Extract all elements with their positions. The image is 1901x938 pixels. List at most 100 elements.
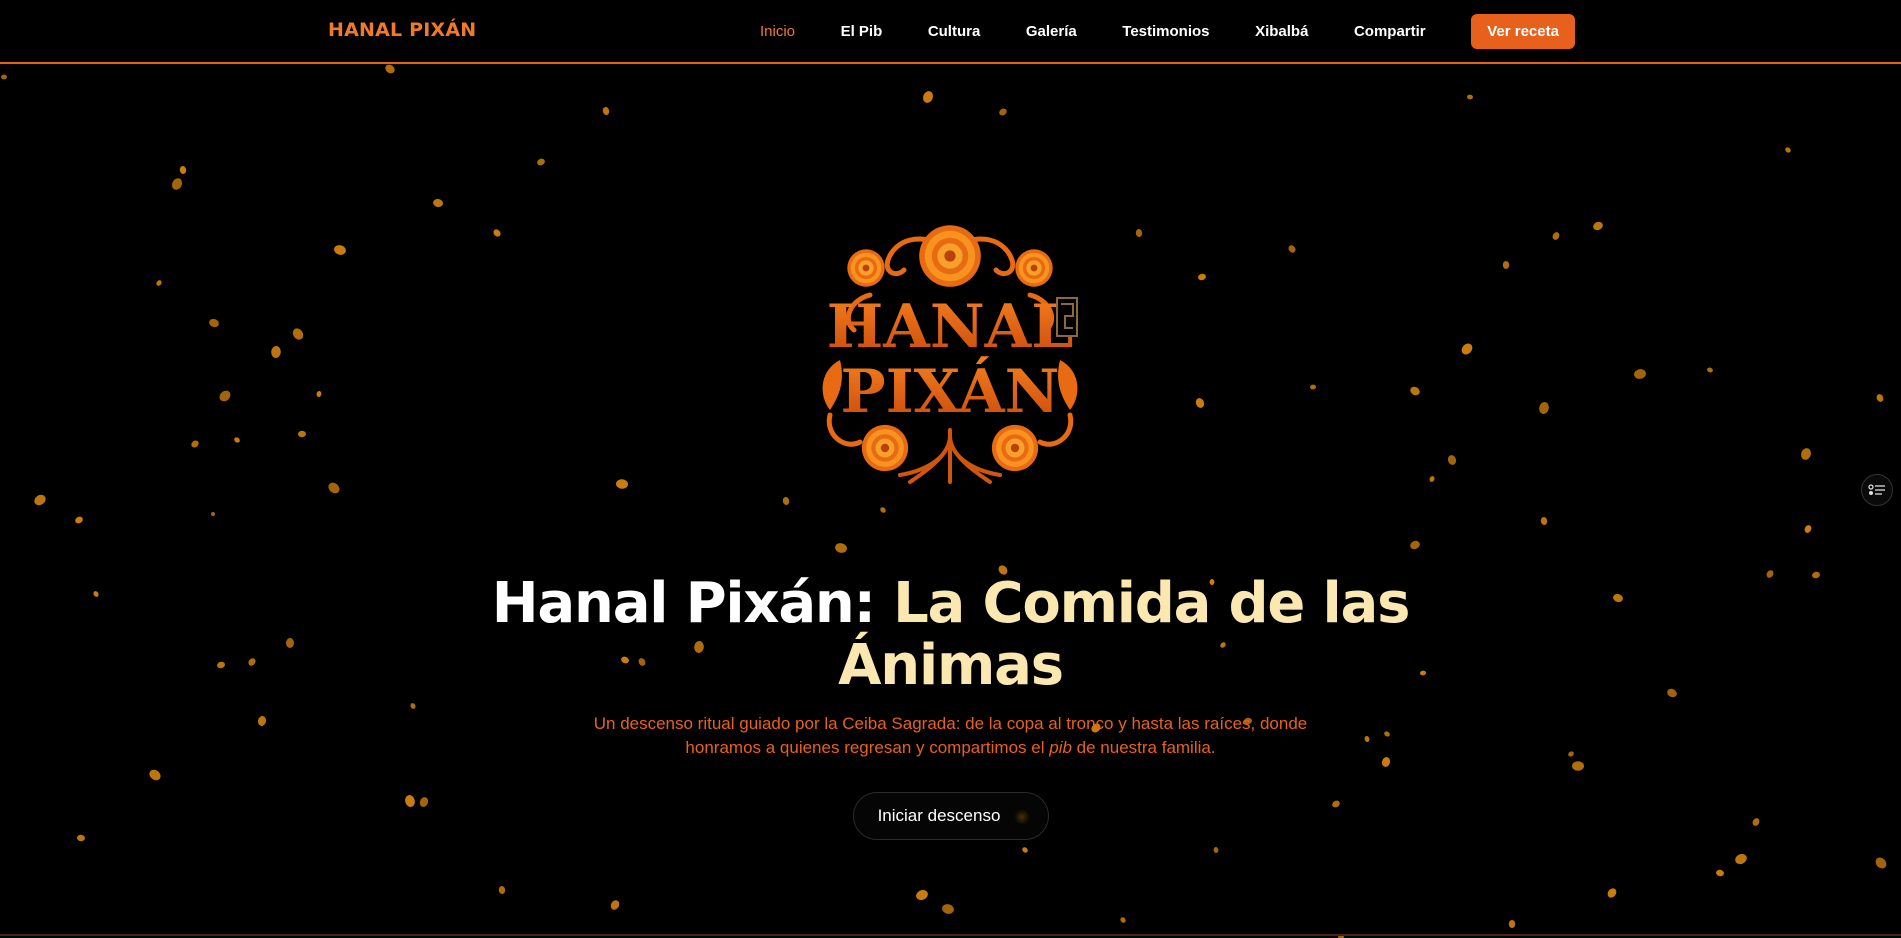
petal: [1213, 847, 1219, 853]
petal: [285, 638, 295, 648]
petal: [1332, 800, 1340, 808]
petal: [1766, 570, 1774, 578]
petal: [179, 166, 187, 174]
hero-title-accent: La Comida de las Ánimas: [838, 571, 1410, 698]
iniciar-descenso-button[interactable]: Iniciar descenso: [853, 792, 1049, 840]
petal: [835, 543, 847, 553]
petal: [1634, 369, 1646, 379]
button-glow: [1014, 809, 1030, 825]
petal: [328, 482, 340, 494]
petal: [1607, 888, 1617, 898]
petal: [942, 904, 954, 914]
petal: [248, 658, 256, 666]
petal: [34, 494, 46, 506]
petal: [1364, 736, 1370, 742]
ver-receta-button[interactable]: Ver receta: [1471, 13, 1575, 49]
petal: [257, 716, 267, 726]
petal: [234, 437, 240, 443]
petal: [923, 91, 933, 103]
petal: [75, 516, 83, 524]
petal: [292, 328, 304, 340]
petal: [1707, 367, 1713, 373]
petal: [610, 900, 620, 910]
petal: [1876, 394, 1884, 402]
petal: [209, 318, 219, 328]
petal: [405, 795, 415, 807]
emblem-text-hanal: HANAL: [827, 292, 1074, 362]
petal: [191, 440, 199, 448]
petal: [1461, 343, 1473, 355]
nav-link-inicio[interactable]: Inicio: [760, 15, 795, 48]
petal: [1572, 761, 1584, 771]
petal: [1288, 245, 1296, 253]
petal: [298, 430, 306, 438]
petal: [1735, 853, 1747, 865]
iniciar-descenso-label: Iniciar descenso: [877, 806, 1001, 825]
petal: [271, 346, 281, 358]
petal: [999, 108, 1007, 116]
nav-link-el-pib[interactable]: El Pib: [841, 15, 883, 48]
petal: [1195, 398, 1205, 408]
petal: [1568, 751, 1574, 757]
petal: [1875, 857, 1887, 869]
petal: [1812, 571, 1820, 579]
petal: [916, 890, 928, 900]
section-divider: [0, 934, 1901, 936]
nav-link-xibalba[interactable]: Xibalbá: [1255, 15, 1308, 48]
petal: [217, 661, 225, 669]
nav-links: Inicio El Pib Cultura Galería Testimonio…: [760, 13, 1575, 49]
petal: [1120, 917, 1126, 923]
petal: [1022, 847, 1028, 853]
petal: [602, 107, 610, 115]
petal: [1429, 476, 1435, 482]
hero-subtitle: Un descenso ritual guiado por la Ceiba S…: [560, 712, 1341, 760]
petal: [782, 497, 790, 505]
nav-link-galeria[interactable]: Galería: [1026, 15, 1077, 48]
petal: [77, 834, 85, 842]
petal: [433, 198, 443, 208]
petal: [211, 512, 215, 516]
petal: [537, 158, 545, 166]
marigold-emblem-icon: HANAL PIXÁN: [822, 225, 1078, 484]
petal: [1667, 688, 1677, 698]
hero-title: Hanal Pixán: La Comida de las Ánimas: [400, 573, 1501, 697]
brand-logo[interactable]: HANAL PIXÁN: [328, 19, 476, 41]
petal: [1310, 384, 1316, 390]
petal: [1, 74, 7, 80]
petal: [1447, 455, 1457, 465]
petal: [493, 229, 501, 237]
petal: [1540, 517, 1548, 525]
petal: [171, 178, 183, 190]
navbar: HANAL PIXÁN Inicio El Pib Cultura Galerí…: [0, 0, 1901, 64]
petal: [616, 479, 628, 489]
petal: [93, 591, 99, 597]
petal: [1804, 525, 1812, 533]
petal: [1593, 221, 1603, 231]
petal: [156, 280, 162, 286]
petal: [1785, 147, 1791, 153]
hero-title-main: Hanal Pixán:: [491, 571, 876, 636]
petal: [149, 769, 161, 781]
petal: [219, 390, 231, 402]
petal: [334, 245, 346, 255]
emblem-text-pixan: PIXÁN: [841, 356, 1060, 427]
nav-link-cultura[interactable]: Cultura: [928, 15, 981, 48]
petal: [1198, 273, 1206, 281]
nav-link-testimonios[interactable]: Testimonios: [1122, 15, 1209, 48]
nav-link-compartir[interactable]: Compartir: [1354, 15, 1426, 48]
petal: [419, 797, 429, 807]
petal: [1502, 261, 1510, 269]
petal: [1410, 540, 1420, 550]
petal: [316, 391, 322, 397]
petal: [1467, 94, 1473, 100]
petal: [1716, 869, 1724, 877]
toggle-menu-icon: [1868, 484, 1885, 495]
page: HANAL PIXÁN Inicio El Pib Cultura Galerí…: [0, 0, 1901, 938]
side-toggle-button[interactable]: [1861, 474, 1893, 506]
petal: [498, 886, 506, 894]
petal: [410, 703, 416, 709]
hero-subtitle-end: de nuestra familia.: [1076, 738, 1216, 757]
petal: [385, 64, 395, 74]
petal: [1508, 920, 1516, 928]
petal: [1410, 386, 1420, 396]
